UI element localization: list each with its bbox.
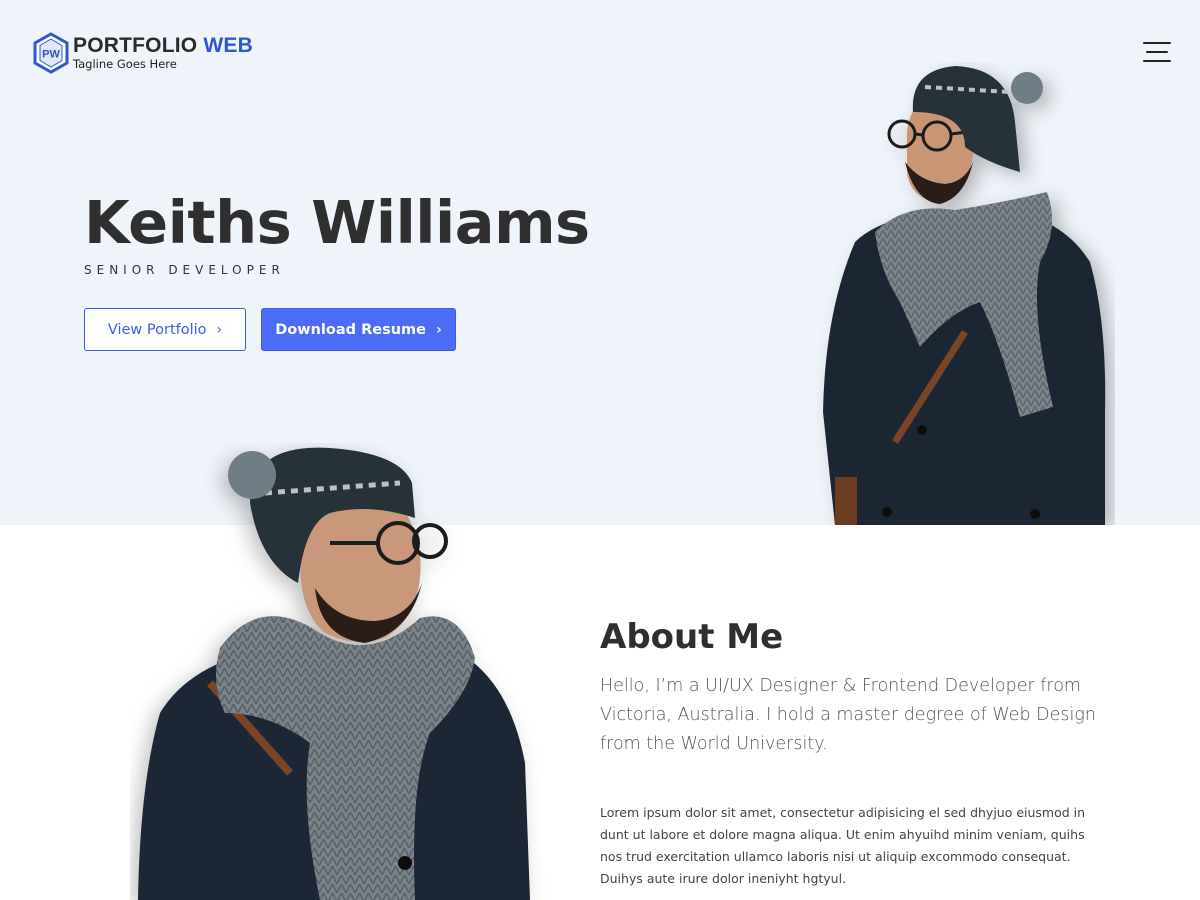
about-body-text: Lorem ipsum dolor sit amet, consectetur … — [600, 805, 1086, 886]
logo-title-main: PORTFOLIO — [73, 34, 198, 58]
hero-portrait-image — [823, 66, 1106, 525]
view-portfolio-button[interactable]: View Portfolio › — [84, 308, 246, 351]
chevron-right-icon: › — [216, 321, 223, 338]
hero-name: Keiths Williams — [84, 188, 590, 257]
logo-tagline: Tagline Goes Here — [73, 57, 177, 72]
about-lead-text: Hello, I’m a UI/UX Designer & Frontend D… — [600, 676, 1096, 754]
about-portrait-image — [138, 447, 530, 900]
about-title: About Me — [600, 617, 784, 657]
view-portfolio-label: View Portfolio — [107, 321, 207, 338]
site-logo[interactable]: PW PORTFOLIO WEB Tagline Goes Here — [32, 32, 253, 74]
download-resume-button[interactable]: Download Resume › — [261, 308, 456, 351]
chevron-right-icon: › — [435, 321, 442, 338]
logo-mark-text: PW — [42, 49, 60, 61]
logo-title: PORTFOLIO WEB — [73, 35, 253, 56]
hero-role: SENIOR DEVELOPER — [84, 263, 285, 277]
download-resume-label: Download Resume — [275, 321, 426, 338]
logo-hexagon-icon: PW — [33, 32, 69, 74]
logo-title-accent: WEB — [203, 34, 253, 58]
hamburger-menu-icon[interactable] — [1143, 40, 1173, 64]
